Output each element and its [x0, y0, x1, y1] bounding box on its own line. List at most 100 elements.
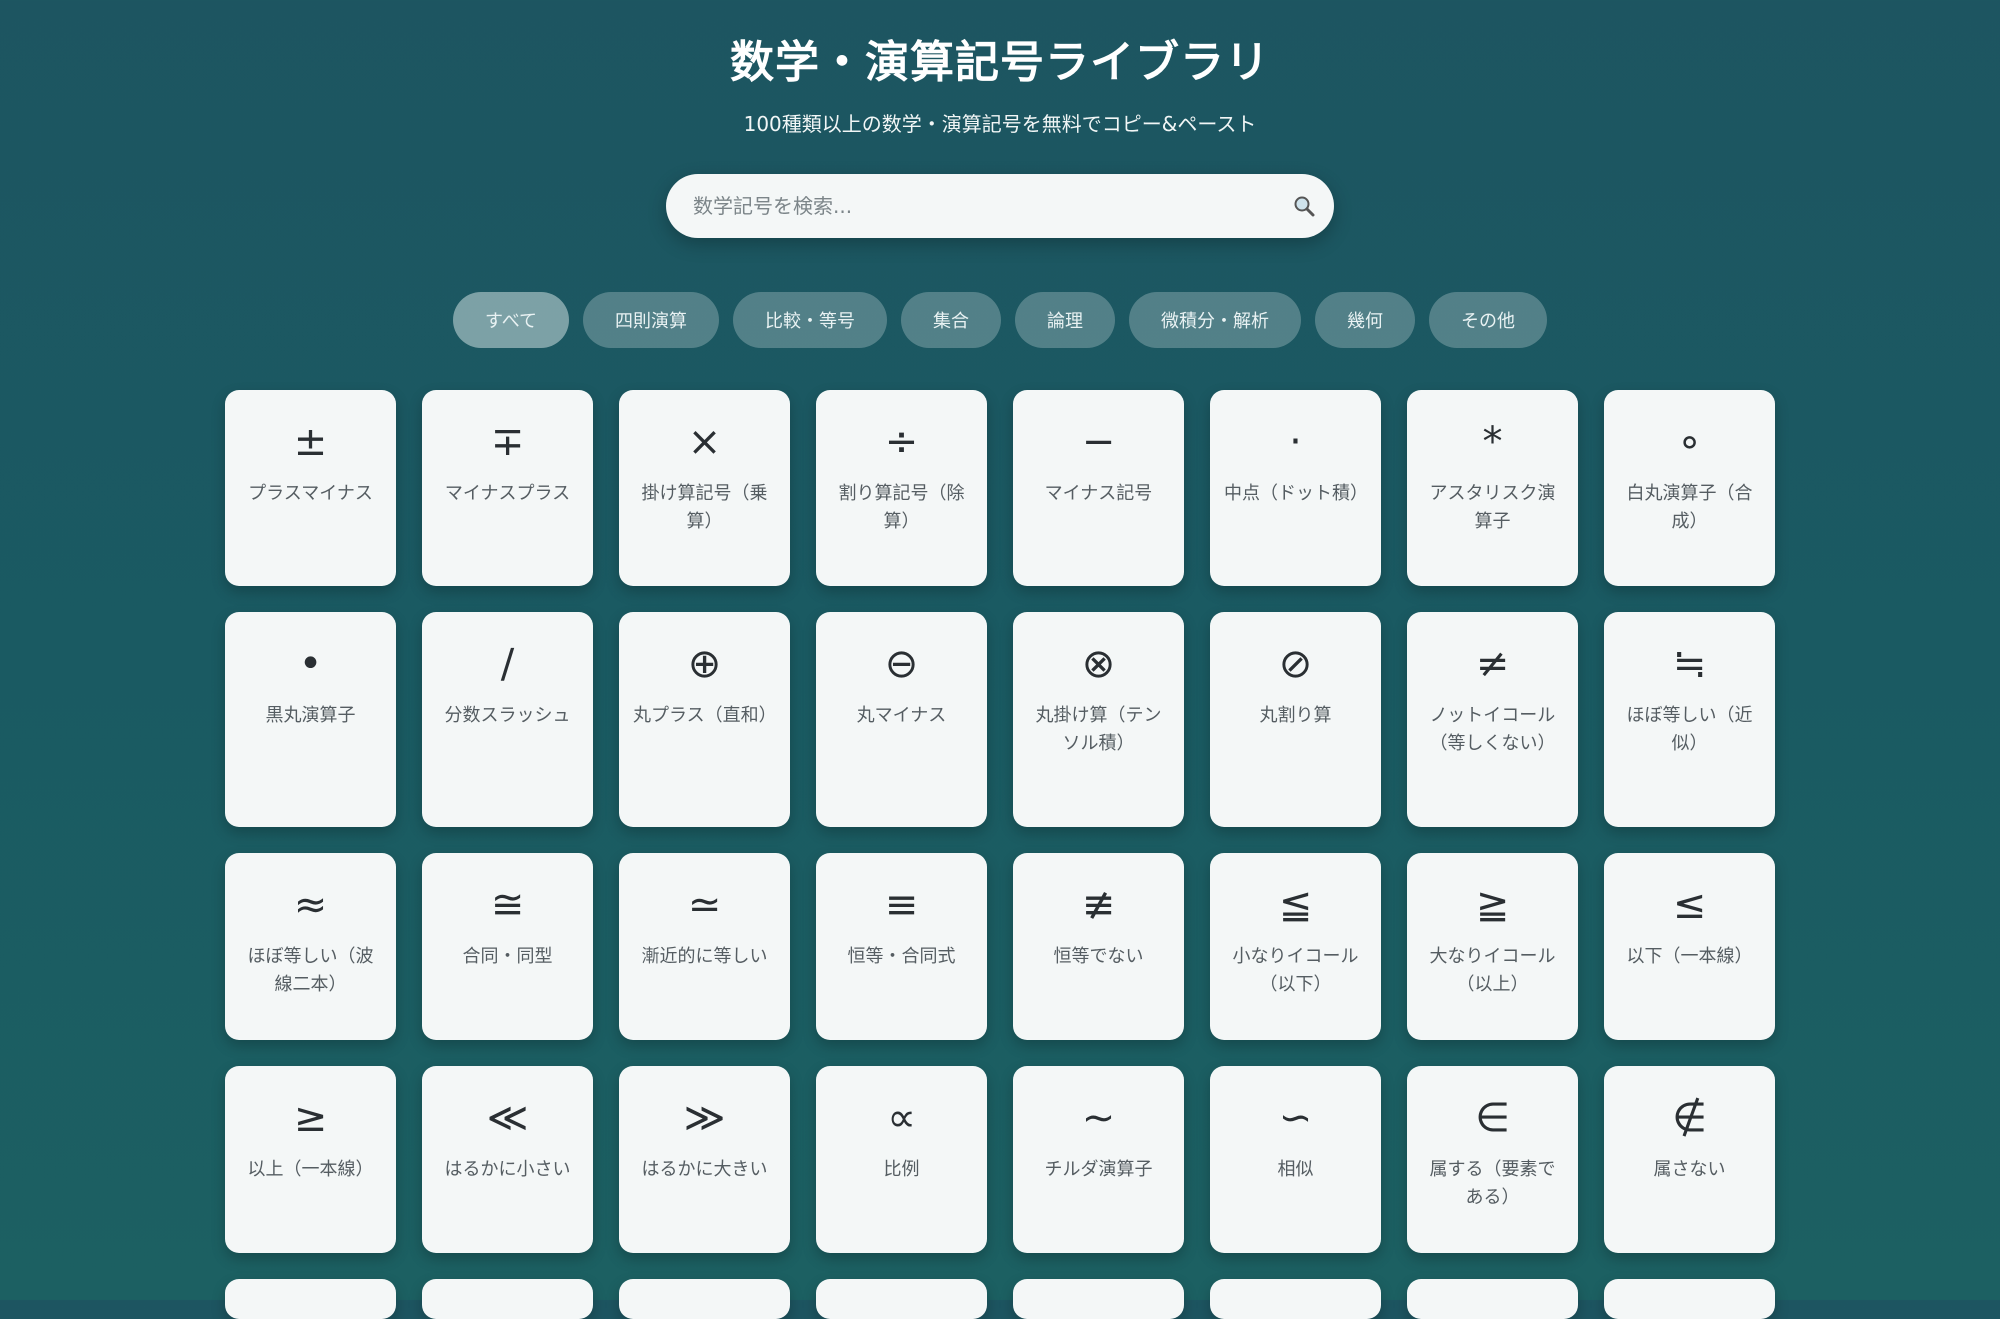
filter-geometry[interactable]: 幾何 [1315, 292, 1416, 348]
symbol-card[interactable] [1210, 1279, 1381, 1319]
filter-calculus[interactable]: 微積分・解析 [1129, 292, 1302, 348]
symbol-glyph: ≤ [1672, 882, 1707, 928]
filter-all[interactable]: すべて [452, 292, 570, 348]
symbol-card[interactable]: ⊘ 丸割り算 [1210, 612, 1381, 827]
symbol-glyph: ≢ [1081, 882, 1116, 928]
symbol-glyph: ≡ [884, 882, 919, 928]
symbol-name: 大なりイコール（以上） [1429, 946, 1556, 995]
symbol-card[interactable]: ∝ 比例 [816, 1066, 987, 1253]
filter-comparison[interactable]: 比較・等号 [733, 292, 888, 348]
page-title: 数学・演算記号ライブラリ [730, 37, 1270, 88]
symbol-card[interactable]: ± プラスマイナス [225, 390, 396, 586]
symbol-name: 属さない [1653, 1159, 1726, 1180]
symbol-glyph: ⊕ [687, 641, 722, 687]
search-bar[interactable] [666, 174, 1334, 238]
symbol-glyph: ∈ [1475, 1095, 1510, 1141]
symbol-glyph: ∉ [1672, 1095, 1707, 1141]
symbol-card[interactable]: ⊕ 丸プラス（直和） [619, 612, 790, 827]
symbol-glyph: ≦ [1278, 882, 1313, 928]
symbol-glyph: * [1482, 419, 1503, 465]
symbol-card[interactable]: ∽ 相似 [1210, 1066, 1381, 1253]
symbol-card[interactable] [1604, 1279, 1775, 1319]
symbol-card[interactable] [619, 1279, 790, 1319]
symbol-card[interactable]: ≪ はるかに小さい [422, 1066, 593, 1253]
symbol-card[interactable]: ≃ 漸近的に等しい [619, 853, 790, 1040]
symbol-card[interactable] [225, 1279, 396, 1319]
symbol-glyph: ∓ [490, 419, 525, 465]
filter-other[interactable]: その他 [1429, 292, 1548, 348]
symbol-glyph: ÷ [884, 419, 919, 465]
symbol-name: 比例 [883, 1159, 920, 1180]
symbol-card[interactable]: ≫ はるかに大きい [619, 1066, 790, 1253]
symbol-card[interactable]: ∘ 白丸演算子（合成） [1604, 390, 1775, 586]
symbol-name: ほぼ等しい（近似） [1626, 705, 1753, 754]
symbol-name: 分数スラッシュ [444, 705, 571, 726]
symbol-glyph: ≃ [687, 882, 722, 928]
symbol-card[interactable]: ≦ 小なりイコール（以下） [1210, 853, 1381, 1040]
symbol-name: 白丸演算子（合成） [1626, 483, 1753, 532]
symbol-card[interactable]: − マイナス記号 [1013, 390, 1184, 586]
symbol-glyph: × [687, 419, 722, 465]
symbol-card[interactable]: ≤ 以下（一本線） [1604, 853, 1775, 1040]
symbol-glyph: ± [293, 419, 328, 465]
symbol-glyph: · [1289, 419, 1302, 465]
symbol-card[interactable]: ∈ 属する（要素である） [1407, 1066, 1578, 1253]
symbol-card[interactable]: • 黒丸演算子 [225, 612, 396, 827]
symbol-card[interactable]: ∉ 属さない [1604, 1066, 1775, 1253]
filter-arithmetic[interactable]: 四則演算 [583, 292, 720, 348]
symbol-name: 漸近的に等しい [641, 946, 768, 967]
symbol-card[interactable]: ≧ 大なりイコール（以上） [1407, 853, 1578, 1040]
symbol-card[interactable]: ≅ 合同・同型 [422, 853, 593, 1040]
symbol-card[interactable]: * アスタリスク演算子 [1407, 390, 1578, 586]
symbol-card[interactable]: ∼ チルダ演算子 [1013, 1066, 1184, 1253]
symbol-card[interactable] [1013, 1279, 1184, 1319]
symbol-glyph: ∕ [500, 641, 515, 687]
symbol-name: 相似 [1277, 1159, 1314, 1180]
symbol-name: ノットイコール（等しくない） [1429, 705, 1556, 754]
symbol-name: 中点（ドット積） [1224, 483, 1368, 504]
symbol-glyph: ∘ [1676, 419, 1703, 465]
filter-logic[interactable]: 論理 [1015, 292, 1116, 348]
symbol-name: アスタリスク演算子 [1429, 483, 1556, 532]
symbol-glyph: ≒ [1672, 641, 1707, 687]
symbol-card[interactable]: ÷ 割り算記号（除算） [816, 390, 987, 586]
symbol-name: 丸マイナス [856, 705, 947, 726]
symbol-glyph: • [298, 641, 323, 687]
category-filters: すべて 四則演算 比較・等号 集合 論理 微積分・解析 幾何 その他 [0, 292, 2000, 348]
symbol-card[interactable]: ≠ ノットイコール（等しくない） [1407, 612, 1578, 827]
symbol-glyph: ∼ [1081, 1095, 1116, 1141]
search-input[interactable] [666, 193, 1274, 219]
symbol-card[interactable] [1407, 1279, 1578, 1319]
symbol-card[interactable] [422, 1279, 593, 1319]
symbol-card[interactable]: ≈ ほぼ等しい（波線二本） [225, 853, 396, 1040]
symbol-name: 小なりイコール（以下） [1232, 946, 1359, 995]
symbol-card[interactable]: × 掛け算記号（乗算） [619, 390, 790, 586]
symbol-name: マイナス記号 [1044, 483, 1153, 504]
symbol-glyph: ≫ [683, 1095, 726, 1141]
symbol-card[interactable]: ⊗ 丸掛け算（テンソル積） [1013, 612, 1184, 827]
symbol-card[interactable]: · 中点（ドット積） [1210, 390, 1381, 586]
symbol-card[interactable]: ≒ ほぼ等しい（近似） [1604, 612, 1775, 827]
symbol-name: 丸掛け算（テンソル積） [1035, 705, 1162, 754]
symbol-card[interactable]: ∕ 分数スラッシュ [422, 612, 593, 827]
symbol-glyph: ∽ [1278, 1095, 1313, 1141]
symbol-card[interactable]: ⊖ 丸マイナス [816, 612, 987, 827]
symbol-glyph: ≈ [293, 882, 328, 928]
symbol-card[interactable]: ≡ 恒等・合同式 [816, 853, 987, 1040]
symbol-grid: ± プラスマイナス ∓ マイナスプラス × 掛け算記号（乗算） ÷ 割り算記号（除算） − マイナ… [225, 390, 1776, 1319]
symbol-name: 黒丸演算子 [265, 705, 356, 726]
symbol-name: 恒等・合同式 [847, 946, 956, 967]
symbol-card[interactable] [816, 1279, 987, 1319]
symbol-glyph: ≥ [293, 1095, 328, 1141]
symbol-card[interactable]: ≥ 以上（一本線） [225, 1066, 396, 1253]
symbol-card[interactable]: ∓ マイナスプラス [422, 390, 593, 586]
symbol-glyph: ⊖ [884, 641, 919, 687]
symbol-name: 以下（一本線） [1626, 946, 1753, 967]
symbol-glyph: − [1081, 419, 1116, 465]
filter-sets[interactable]: 集合 [901, 292, 1002, 348]
symbol-name: 以上（一本線） [247, 1159, 374, 1180]
search-icon[interactable] [1274, 195, 1334, 217]
symbol-card[interactable]: ≢ 恒等でない [1013, 853, 1184, 1040]
symbol-glyph: ≅ [490, 882, 525, 928]
symbol-glyph: ≠ [1475, 641, 1510, 687]
